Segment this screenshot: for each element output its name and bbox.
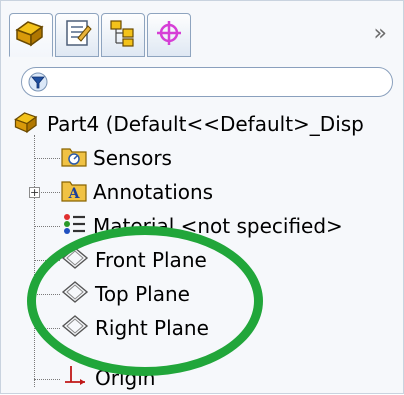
tree-item-label: Material <not specified> bbox=[93, 214, 343, 238]
tab-overflow-chevron-icon[interactable]: » bbox=[374, 21, 387, 46]
tree-connector-line bbox=[34, 379, 60, 380]
tree-item-label: Annotations bbox=[93, 180, 214, 204]
tree-item-label: Right Plane bbox=[95, 316, 209, 340]
configuration-icon bbox=[108, 18, 138, 52]
tree-item-label: Top Plane bbox=[95, 282, 190, 306]
tree-root-label: Part4 (Default<<Default>_Disp bbox=[47, 112, 364, 136]
part-icon bbox=[13, 109, 41, 140]
feature-manager-panel: » + Part4 (Default<<Default>_Disp Sensor… bbox=[0, 0, 404, 394]
tree-connector-line bbox=[34, 294, 60, 295]
feature-tree: + Part4 (Default<<Default>_Disp Sensors … bbox=[1, 103, 404, 393]
tree-connector-line bbox=[34, 226, 60, 227]
tree-connector-line bbox=[34, 328, 60, 329]
tree-item-sensors[interactable]: Sensors bbox=[61, 141, 172, 175]
tree-item-right-plane[interactable]: Right Plane bbox=[61, 311, 209, 345]
tree-connector-line bbox=[34, 260, 60, 261]
tab-configuration-manager[interactable] bbox=[101, 13, 145, 57]
tab-property-manager[interactable] bbox=[55, 13, 99, 57]
tab-feature-manager[interactable] bbox=[9, 13, 53, 57]
tree-connector-line bbox=[41, 192, 60, 193]
manager-tab-bar: » bbox=[9, 9, 393, 63]
origin-icon bbox=[61, 364, 89, 393]
tab-dimxpert-manager[interactable] bbox=[147, 13, 191, 57]
tree-item-top-plane[interactable]: Top Plane bbox=[61, 277, 190, 311]
tree-item-label: Origin bbox=[95, 366, 156, 390]
annotations-icon: A bbox=[61, 178, 87, 207]
part-icon bbox=[14, 18, 48, 52]
tree-item-material[interactable]: Material <not specified> bbox=[61, 209, 343, 243]
tree-item-front-plane[interactable]: Front Plane bbox=[61, 243, 207, 277]
tree-item-origin[interactable]: Origin bbox=[61, 361, 155, 395]
tree-item-label: Front Plane bbox=[95, 248, 207, 272]
plane-icon bbox=[61, 314, 89, 343]
plane-icon bbox=[61, 246, 89, 275]
tree-filter-input[interactable] bbox=[21, 67, 393, 97]
property-icon bbox=[62, 18, 92, 52]
material-icon bbox=[61, 212, 87, 241]
tree-item-annotations[interactable]: A Annotations bbox=[61, 175, 213, 209]
svg-text:A: A bbox=[68, 186, 81, 202]
tree-root-part[interactable]: Part4 (Default<<Default>_Disp bbox=[13, 107, 364, 141]
expand-annotations-toggle[interactable]: + bbox=[29, 187, 40, 198]
tree-connector-line bbox=[34, 135, 35, 387]
plane-icon bbox=[61, 280, 89, 309]
tree-item-label: Sensors bbox=[93, 146, 172, 170]
tree-connector-line bbox=[34, 158, 60, 159]
sensors-folder-icon bbox=[61, 145, 87, 172]
crosshair-icon bbox=[154, 18, 184, 52]
